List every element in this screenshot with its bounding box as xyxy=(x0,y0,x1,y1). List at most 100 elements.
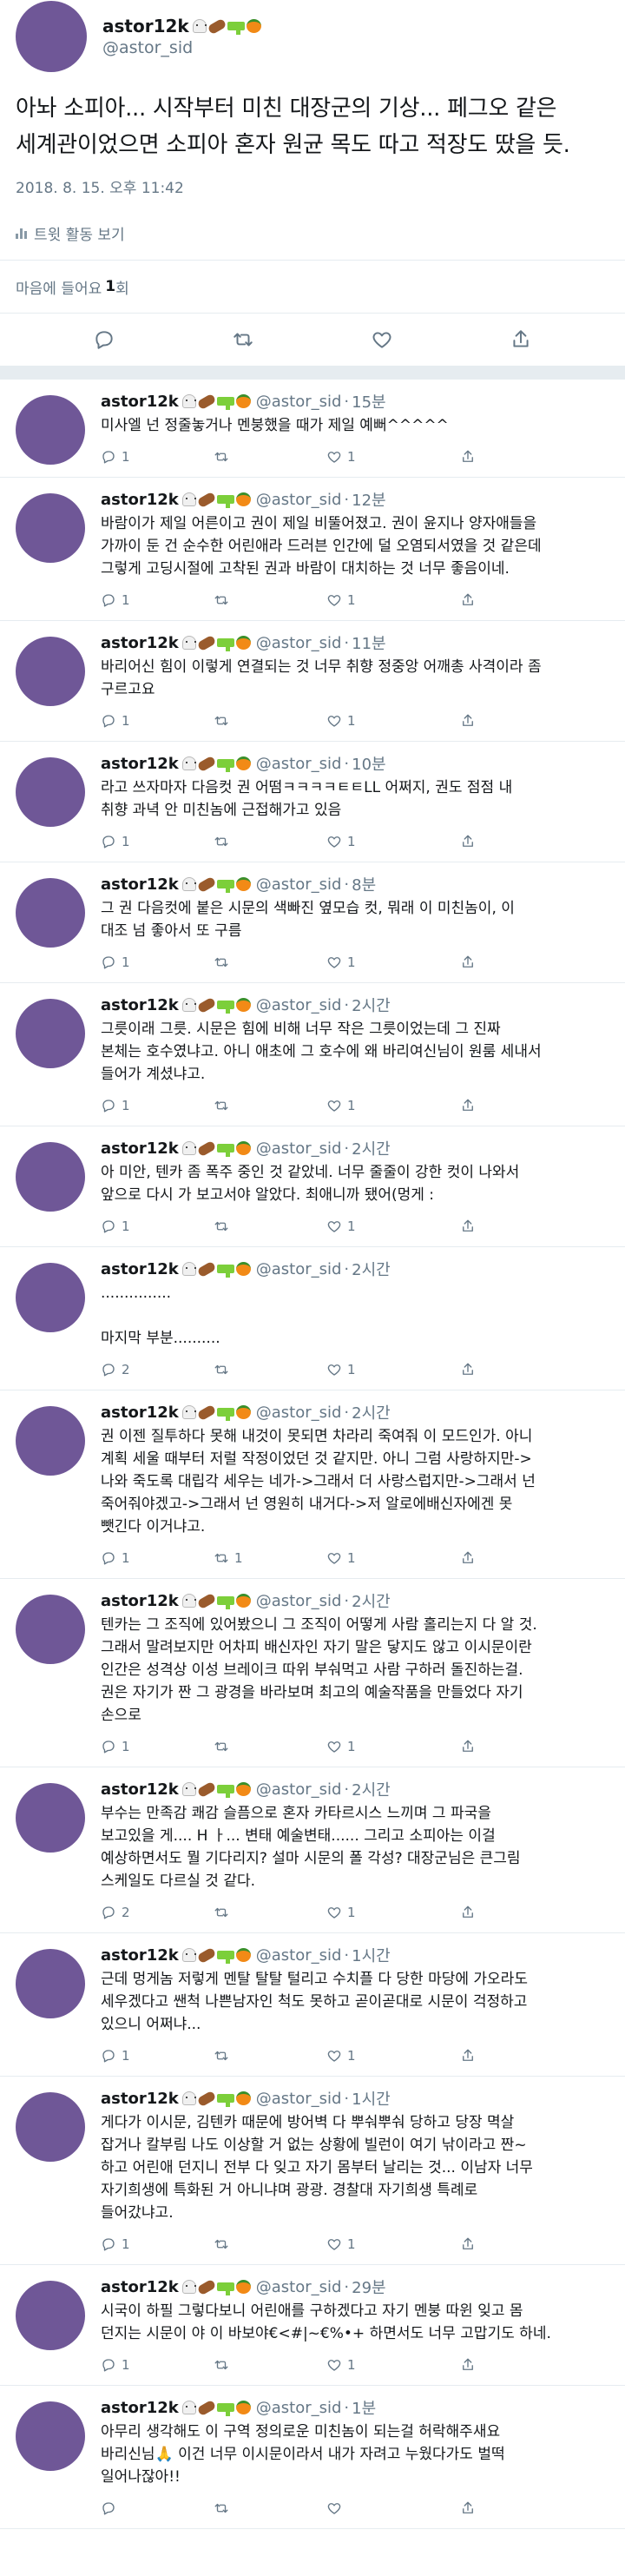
reply-time[interactable]: 29분 xyxy=(352,2275,385,2298)
author-handle[interactable]: @astor_sid xyxy=(256,634,342,652)
avatar[interactable] xyxy=(16,1595,85,1664)
author-handle[interactable]: @astor_sid xyxy=(256,1260,342,1278)
reply-button[interactable]: 1 xyxy=(101,713,214,729)
like-button[interactable]: 1 xyxy=(326,2357,439,2373)
like-button[interactable]: 1 xyxy=(326,834,439,849)
retweet-button[interactable] xyxy=(214,713,326,729)
author-handle[interactable]: @astor_sid xyxy=(256,996,342,1014)
reply-time[interactable]: 1시간 xyxy=(352,1944,391,1966)
author-name[interactable]: astor12k xyxy=(101,491,179,509)
author-handle[interactable]: @astor_sid xyxy=(256,2278,342,2296)
avatar[interactable] xyxy=(16,999,85,1068)
reply-time[interactable]: 11분 xyxy=(352,631,385,654)
reply-time[interactable]: 12분 xyxy=(352,488,385,511)
reply-button[interactable]: 1 xyxy=(101,1219,214,1234)
reply-time[interactable]: 15분 xyxy=(352,390,385,413)
tweet-timestamp[interactable]: 2018. 8. 15. 오후 11:42 xyxy=(0,163,625,197)
reply-time[interactable]: 1시간 xyxy=(352,2087,391,2110)
reply-button[interactable]: 1 xyxy=(101,1098,214,1113)
reply-tweet[interactable]: astor12k @astor_sid · 2시간 그릇이래 그릇. 시문은 힘에 비해… xyxy=(0,983,625,1126)
avatar[interactable] xyxy=(16,878,85,948)
author-name[interactable]: astor12k xyxy=(101,1780,179,1799)
avatar[interactable] xyxy=(16,1142,85,1212)
retweet-button[interactable] xyxy=(214,954,326,970)
reply-tweet[interactable]: astor12k @astor_sid · 2시간 부수는 만족감 쾌감 슬픔으로 혼자… xyxy=(0,1767,625,1933)
retweet-button[interactable] xyxy=(214,834,326,849)
avatar[interactable] xyxy=(16,637,85,706)
reply-tweet[interactable]: astor12k @astor_sid · 2시간 권 이젠 질투하다 못해 내것이 못… xyxy=(0,1390,625,1579)
author-name[interactable]: astor12k xyxy=(101,1404,179,1422)
retweet-icon[interactable] xyxy=(232,328,254,351)
share-button[interactable] xyxy=(460,449,481,465)
reply-time[interactable]: 2시간 xyxy=(352,1258,391,1280)
avatar[interactable] xyxy=(16,1406,85,1476)
like-button[interactable]: 1 xyxy=(326,592,439,608)
reply-tweet[interactable]: astor12k @astor_sid · 2시간............... 마지막… xyxy=(0,1247,625,1390)
share-button[interactable] xyxy=(460,2048,481,2064)
share-button[interactable] xyxy=(460,1550,481,1566)
author-handle[interactable]: @astor_sid xyxy=(256,875,342,894)
author-name[interactable]: astor12k xyxy=(101,393,179,411)
retweet-button[interactable] xyxy=(214,592,326,608)
reply-time[interactable]: 2시간 xyxy=(352,1137,391,1159)
author-handle[interactable]: @astor_sid xyxy=(256,1592,342,1610)
author-handle[interactable]: @astor_sid xyxy=(256,1780,342,1799)
like-button[interactable]: 1 xyxy=(326,1219,439,1234)
reply-button[interactable]: 1 xyxy=(101,2236,214,2252)
reply-button[interactable]: 1 xyxy=(101,2048,214,2064)
share-button[interactable] xyxy=(460,954,481,970)
like-button[interactable]: 1 xyxy=(326,2236,439,2252)
retweet-button[interactable] xyxy=(214,2048,326,2064)
like-icon[interactable] xyxy=(371,328,393,351)
author-name[interactable]: astor12k xyxy=(101,634,179,652)
reply-icon[interactable] xyxy=(93,328,115,351)
reply-tweet[interactable]: astor12k @astor_sid · 2시간 텐카는 그 조직에 있어봤으니 그 … xyxy=(0,1579,625,1767)
author-handle[interactable]: @astor_sid xyxy=(256,2399,342,2417)
avatar[interactable] xyxy=(16,1,87,72)
reply-time[interactable]: 2시간 xyxy=(352,1401,391,1423)
share-button[interactable] xyxy=(460,592,481,608)
reply-time[interactable]: 2시간 xyxy=(352,1778,391,1800)
like-button[interactable]: 1 xyxy=(326,1905,439,1920)
share-button[interactable] xyxy=(460,1362,481,1377)
share-button[interactable] xyxy=(460,2357,481,2373)
reply-button[interactable]: 1 xyxy=(101,592,214,608)
like-button[interactable]: 1 xyxy=(326,954,439,970)
tweet-activity-link[interactable]: 트윗 활동 보기 xyxy=(0,206,625,260)
author-name[interactable]: astor12k xyxy=(101,1946,179,1965)
reply-tweet[interactable]: astor12k @astor_sid · 2시간 아 미안, 텐카 좀 폭주 중인 것… xyxy=(0,1126,625,1247)
avatar[interactable] xyxy=(16,2092,85,2162)
reply-time[interactable]: 10분 xyxy=(352,752,385,775)
share-button[interactable] xyxy=(460,1098,481,1113)
reply-button[interactable]: 1 xyxy=(101,834,214,849)
author-name[interactable]: astor12k xyxy=(101,2278,179,2296)
reply-button[interactable]: 1 xyxy=(101,1739,214,1754)
author-handle[interactable]: @astor_sid xyxy=(256,2090,342,2108)
author-handle[interactable]: @astor_sid xyxy=(256,1946,342,1965)
retweet-button[interactable] xyxy=(214,1362,326,1377)
share-button[interactable] xyxy=(460,1905,481,1920)
reply-tweet[interactable]: astor12k @astor_sid · 10분 라고 쓰자마자 다음컷 권 어떰ㅋㅋ… xyxy=(0,742,625,862)
retweet-button[interactable] xyxy=(214,2236,326,2252)
author-handle[interactable]: @astor_sid xyxy=(256,755,342,773)
reply-tweet[interactable]: astor12k @astor_sid · 1시간 게다가 이시문, 김텐카 때문에 방… xyxy=(0,2077,625,2265)
author-handle[interactable]: @astor_sid xyxy=(256,491,342,509)
reply-button[interactable]: 2 xyxy=(101,1362,214,1377)
author-name[interactable]: astor12k xyxy=(101,875,179,894)
share-button[interactable] xyxy=(460,834,481,849)
avatar[interactable] xyxy=(16,493,85,563)
avatar[interactable] xyxy=(16,395,85,465)
author-handle[interactable]: @astor_sid xyxy=(102,38,261,57)
author-name[interactable]: astor12k xyxy=(101,1592,179,1610)
avatar[interactable] xyxy=(16,1263,85,1332)
reply-button[interactable]: 1 xyxy=(101,1550,214,1566)
retweet-button[interactable] xyxy=(214,1905,326,1920)
author-handle[interactable]: @astor_sid xyxy=(256,1404,342,1422)
reply-tweet[interactable]: astor12k @astor_sid · 1분 아무리 생각해도 이 구역 정의로운 … xyxy=(0,2386,625,2529)
reply-button[interactable]: 1 xyxy=(101,2357,214,2373)
avatar[interactable] xyxy=(16,2281,85,2350)
avatar[interactable] xyxy=(16,1783,85,1853)
share-button[interactable] xyxy=(460,2236,481,2252)
author-name[interactable]: astor12k xyxy=(101,755,179,773)
avatar[interactable] xyxy=(16,757,85,827)
